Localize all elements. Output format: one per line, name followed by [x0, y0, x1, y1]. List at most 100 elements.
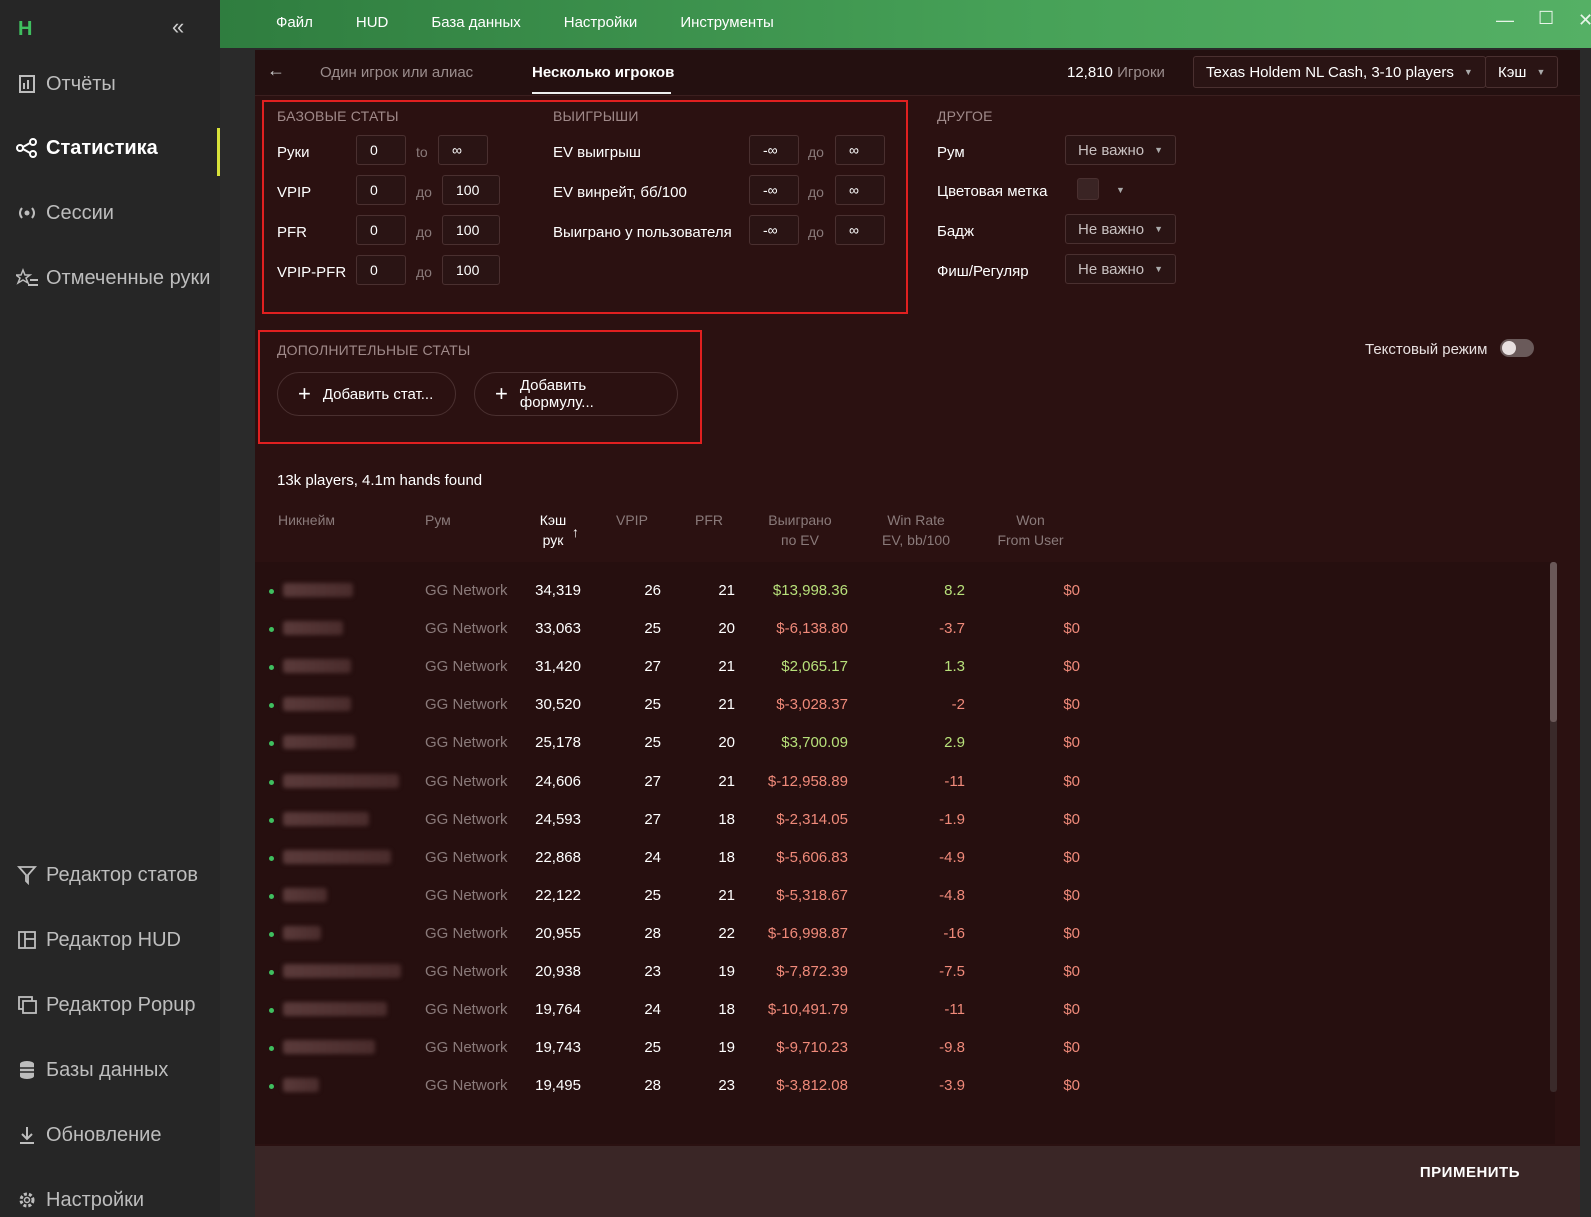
col-room[interactable]: Рум — [425, 510, 451, 530]
table-row[interactable]: GG Network 24,606 27 21 $-12,958.89 -11 $0 — [255, 763, 1555, 801]
color-swatch[interactable] — [1077, 178, 1099, 200]
sidebar-item-popup-editor[interactable]: Редактор Popup — [0, 985, 220, 1025]
add-stat-button[interactable]: + Добавить стат... — [277, 372, 456, 416]
nickname-blurred[interactable] — [283, 1040, 375, 1055]
table-row[interactable]: GG Network 20,955 28 22 $-16,998.87 -16 $0 — [255, 915, 1555, 953]
nickname-blurred[interactable] — [283, 735, 355, 750]
plus-icon: + — [298, 381, 311, 406]
menu-database[interactable]: База данных — [431, 14, 520, 31]
scrollbar-thumb[interactable] — [1550, 562, 1557, 722]
status-dot — [269, 1084, 274, 1090]
nickname-blurred[interactable] — [283, 811, 369, 826]
ev-winrate-to-input[interactable]: ∞ — [835, 175, 885, 205]
sidebar-item-databases[interactable]: Базы данных — [0, 1050, 220, 1090]
vpip-to-input[interactable]: 100 — [442, 175, 500, 205]
ev-winrate-from-input[interactable]: -∞ — [749, 175, 799, 205]
room-select[interactable]: Не важно ▼ — [1065, 135, 1177, 165]
minimize-button[interactable]: — — [1496, 10, 1514, 31]
text-mode-toggle[interactable] — [1500, 339, 1534, 357]
vpip-from-input[interactable]: 0 — [356, 175, 406, 205]
apply-button[interactable]: ПРИМЕНИТЬ — [1420, 1164, 1520, 1181]
table-row[interactable]: GG Network 22,868 24 18 $-5,606.83 -4.9 $0 — [255, 839, 1555, 877]
tab-single-player[interactable]: Один игрок или алиас — [320, 64, 473, 81]
sidebar-item-marked-hands[interactable]: Отмеченные руки — [0, 258, 220, 298]
nickname-blurred[interactable] — [283, 887, 327, 902]
sidebar-item-stat-editor[interactable]: Редактор статов — [0, 855, 220, 895]
menu-file[interactable]: Файл — [276, 14, 313, 31]
back-arrow-icon[interactable]: ← — [267, 60, 285, 81]
add-formula-button[interactable]: + Добавить формулу... — [474, 372, 678, 416]
sidebar-item-reports[interactable]: Отчёты — [0, 64, 220, 104]
fish-reg-select[interactable]: Не важно ▼ — [1065, 254, 1177, 284]
nickname-blurred[interactable] — [283, 583, 353, 597]
table-row[interactable]: GG Network 19,495 28 23 $-3,812.08 -3.9 $0 — [255, 1067, 1555, 1105]
nickname-blurred[interactable] — [283, 1078, 319, 1093]
col-vpip[interactable]: VPIP — [616, 510, 648, 530]
table-row[interactable]: GG Network 31,420 27 21 $2,065.17 1.3 $0 — [255, 648, 1555, 686]
menu-hud[interactable]: HUD — [356, 14, 389, 31]
fish-reg-label: Фиш/Регуляр — [937, 263, 1029, 280]
cell-pfr: 21 — [718, 658, 735, 676]
vpip-pfr-from-input[interactable]: 0 — [356, 255, 406, 285]
cell-pfr: 21 — [718, 696, 735, 714]
table-row[interactable]: GG Network 25,178 25 20 $3,700.09 2.9 $0 — [255, 724, 1555, 762]
nickname-blurred[interactable] — [283, 1002, 387, 1017]
cell-hands: 20,938 — [535, 963, 581, 980]
table-row[interactable]: GG Network 30,520 25 21 $-3,028.37 -2 $0 — [255, 686, 1555, 724]
cell-won-from-user: $0 — [1063, 658, 1080, 676]
col-pfr[interactable]: PFR — [695, 510, 723, 530]
col-won-ev[interactable]: Выиграно по EV — [765, 510, 835, 550]
col-cash-hands[interactable]: Кэш рук — [536, 510, 570, 550]
cell-room: GG Network — [425, 734, 508, 752]
table-row[interactable]: GG Network 22,122 25 21 $-5,318.67 -4.8 $0 — [255, 877, 1555, 915]
nickname-blurred[interactable] — [283, 849, 391, 864]
won-from-user-from-input[interactable]: -∞ — [749, 215, 799, 245]
nickname-blurred[interactable] — [283, 621, 343, 636]
table-row[interactable]: GG Network 24,593 27 18 $-2,314.05 -1.9 $0 — [255, 801, 1555, 839]
menu-settings[interactable]: Настройки — [564, 14, 638, 31]
menu-tools[interactable]: Инструменты — [680, 14, 774, 31]
cell-vpip: 23 — [644, 963, 661, 980]
won-from-user-to-input[interactable]: ∞ — [835, 215, 885, 245]
collapse-sidebar-button[interactable]: « — [172, 14, 184, 40]
table-row[interactable]: GG Network 34,319 26 21 $13,998.36 8.2 $0 — [255, 572, 1555, 610]
game-type-select[interactable]: Texas Holdem NL Cash, 3-10 players ▼ — [1193, 56, 1486, 88]
table-row[interactable]: GG Network 19,764 24 18 $-10,491.79 -11 $0 — [255, 991, 1555, 1029]
sidebar-item-hud-editor[interactable]: Редактор HUD — [0, 920, 220, 960]
pfr-from-input[interactable]: 0 — [356, 215, 406, 245]
sidebar-item-sessions[interactable]: Сессии — [0, 193, 220, 233]
sidebar-item-settings[interactable]: Настройки — [0, 1180, 220, 1217]
table-row[interactable]: GG Network 33,063 25 20 $-6,138.80 -3.7 $0 — [255, 610, 1555, 648]
col-nickname[interactable]: Никнейм — [278, 510, 335, 530]
maximize-button[interactable]: ☐ — [1538, 8, 1554, 29]
ev-won-to-input[interactable]: ∞ — [835, 135, 885, 165]
hands-from-input[interactable]: 0 — [356, 135, 406, 165]
nickname-blurred[interactable] — [283, 773, 399, 788]
cash-mode-select[interactable]: Кэш ▼ — [1485, 56, 1559, 88]
nickname-blurred[interactable] — [283, 925, 321, 940]
col-won-from-user[interactable]: Won From User — [993, 510, 1068, 550]
nickname-blurred[interactable] — [283, 659, 351, 674]
tab-underline — [532, 92, 671, 94]
cell-pfr: 18 — [718, 810, 735, 828]
chevron-down-icon[interactable]: ▼ — [1116, 185, 1125, 195]
sidebar-item-statistics[interactable]: Статистика — [0, 128, 220, 176]
cell-hands: 31,420 — [535, 658, 581, 676]
sidebar-item-update[interactable]: Обновление — [0, 1115, 220, 1155]
vpip-pfr-to-input[interactable]: 100 — [442, 255, 500, 285]
tab-multiple-players[interactable]: Несколько игроков — [532, 64, 674, 81]
table-row[interactable]: GG Network 19,743 25 19 $-9,710.23 -9.8 $0 — [255, 1029, 1555, 1067]
close-button[interactable]: ✕ — [1578, 10, 1591, 31]
col-winrate[interactable]: Win Rate EV, bb/100 — [877, 510, 955, 550]
status-dot — [269, 970, 274, 975]
stats-panel: ← Один игрок или алиас Несколько игроков… — [255, 50, 1580, 1217]
nickname-blurred[interactable] — [283, 964, 401, 978]
badge-select[interactable]: Не важно ▼ — [1065, 214, 1177, 244]
cell-vpip: 25 — [644, 1039, 661, 1057]
hands-to-input[interactable]: ∞ — [438, 135, 488, 165]
cell-won-from-user: $0 — [1063, 924, 1080, 942]
pfr-to-input[interactable]: 100 — [442, 215, 500, 245]
ev-won-from-input[interactable]: -∞ — [749, 135, 799, 165]
nickname-blurred[interactable] — [283, 697, 351, 712]
table-row[interactable]: GG Network 20,938 23 19 $-7,872.39 -7.5 $0 — [255, 953, 1555, 991]
